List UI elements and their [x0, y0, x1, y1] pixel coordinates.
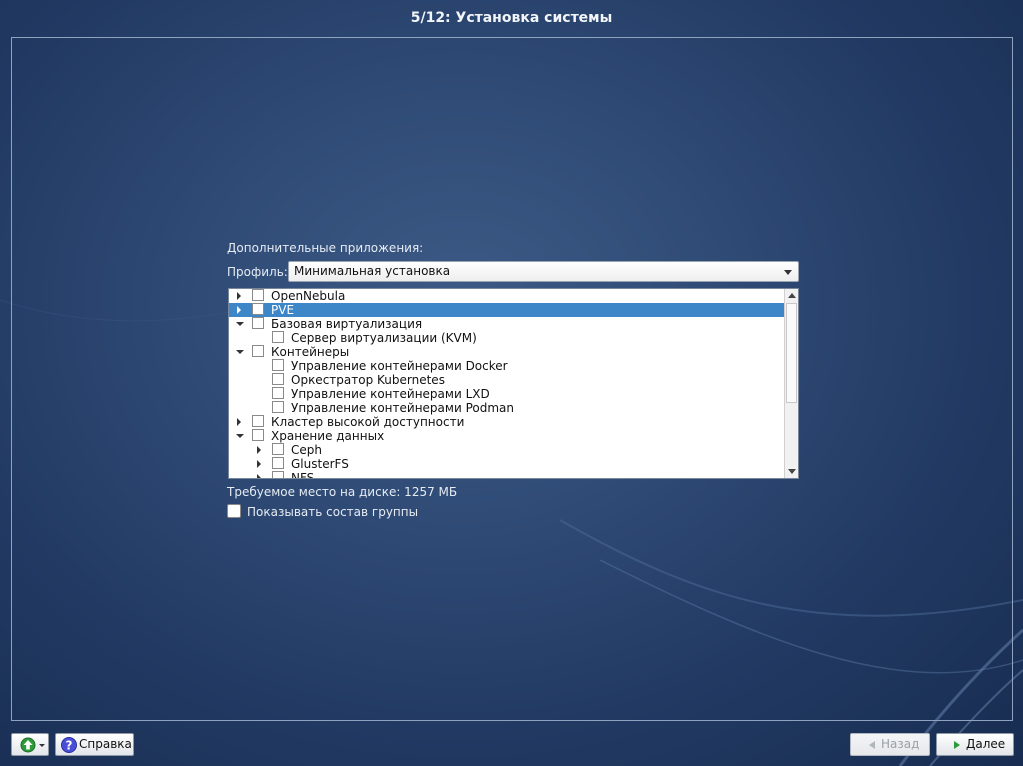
tree-row-checkbox[interactable]	[252, 429, 264, 441]
back-button-label: Назад	[881, 737, 920, 751]
tree-row-checkbox[interactable]	[252, 415, 264, 427]
tree-row-checkbox[interactable]	[272, 471, 284, 478]
profile-label: Профиль:	[227, 265, 288, 279]
profile-select-value: Минимальная установка	[294, 264, 451, 278]
expander-closed-icon[interactable]	[237, 418, 241, 426]
tree-row-checkbox[interactable]	[272, 457, 284, 469]
tree-row-checkbox[interactable]	[252, 289, 264, 301]
tree-row-label: Управление контейнерами LXD	[291, 387, 490, 401]
tree-row-checkbox[interactable]	[272, 387, 284, 399]
profile-select[interactable]: Минимальная установка	[288, 261, 799, 282]
tree-row-label: Управление контейнерами Podman	[291, 401, 514, 415]
next-button[interactable]: Далее	[936, 733, 1014, 756]
tree-row-label: GlusterFS	[291, 457, 349, 471]
page-title: 5/12: Установка системы	[410, 10, 613, 26]
expander-closed-icon[interactable]	[237, 306, 241, 314]
tree-row-label: OpenNebula	[271, 289, 346, 303]
expander-open-icon[interactable]	[236, 322, 244, 326]
tree-row[interactable]: Контейнеры	[229, 345, 784, 359]
tree-row-checkbox[interactable]	[252, 303, 264, 315]
tree-row[interactable]: Управление контейнерами LXD	[229, 387, 784, 401]
expander-open-icon[interactable]	[236, 434, 244, 438]
scroll-down-icon[interactable]	[788, 469, 796, 474]
arrow-left-icon	[869, 741, 875, 749]
tree-row-label: NFS	[291, 471, 315, 479]
tree-row[interactable]: NFS	[229, 471, 784, 479]
tree-row[interactable]: Кластер высокой доступности	[229, 415, 784, 429]
tree-row-label: Оркестратор Kubernetes	[291, 373, 445, 387]
expander-closed-icon[interactable]	[237, 292, 241, 300]
show-group-label: Показывать состав группы	[247, 505, 419, 519]
back-button[interactable]: Назад	[850, 733, 930, 756]
tree-row[interactable]: Сервер виртуализации (KVM)	[229, 331, 784, 345]
tree-row[interactable]: OpenNebula	[229, 289, 784, 303]
tree-row-checkbox[interactable]	[252, 345, 264, 357]
update-button[interactable]	[11, 733, 49, 756]
tree-row-label: Базовая виртуализация	[271, 317, 423, 331]
expander-open-icon[interactable]	[236, 350, 244, 354]
tree-row[interactable]: GlusterFS	[229, 457, 784, 471]
expander-closed-icon[interactable]	[257, 474, 261, 478]
expander-closed-icon[interactable]	[257, 446, 261, 454]
tree-row-checkbox[interactable]	[252, 317, 264, 329]
svg-text:?: ?	[66, 739, 73, 753]
show-group-checkbox[interactable]	[227, 504, 241, 518]
scroll-thumb[interactable]	[786, 303, 797, 403]
tree-row[interactable]: Оркестратор Kubernetes	[229, 373, 784, 387]
scroll-up-icon[interactable]	[788, 293, 796, 298]
disk-space-text: Требуемое место на диске: 1257 МБ	[227, 485, 458, 499]
apps-tree[interactable]: NFS GlusterFS Ceph Хранение данных Кластер в…	[228, 288, 799, 479]
tree-row-label: Хранение данных	[271, 429, 385, 443]
tree-row-checkbox[interactable]	[272, 331, 284, 343]
tree-row-label: Управление контейнерами Docker	[291, 359, 508, 373]
tree-row-checkbox[interactable]	[272, 373, 284, 385]
tree-row[interactable]: PVE	[229, 303, 784, 317]
next-button-label: Далее	[966, 737, 1006, 751]
arrow-up-circle-icon	[20, 737, 45, 753]
tree-row-checkbox[interactable]	[272, 443, 284, 455]
tree-row-checkbox[interactable]	[272, 401, 284, 413]
arrow-right-icon	[954, 741, 960, 749]
tree-row-label: Ceph	[291, 443, 322, 457]
tree-row[interactable]: Управление контейнерами Podman	[229, 401, 784, 415]
tree-row[interactable]: Ceph	[229, 443, 784, 457]
expander-closed-icon[interactable]	[257, 460, 261, 468]
tree-row-label: Кластер высокой доступности	[271, 415, 465, 429]
tree-row-checkbox[interactable]	[272, 359, 284, 371]
tree-row-label: PVE	[271, 303, 295, 317]
tree-scrollbar[interactable]	[784, 289, 798, 478]
tree-row[interactable]: Управление контейнерами Docker	[229, 359, 784, 373]
additional-apps-label: Дополнительные приложения:	[227, 241, 424, 255]
tree-row-label: Контейнеры	[271, 345, 350, 359]
tree-row[interactable]: Хранение данных	[229, 429, 784, 443]
help-button[interactable]: ? Справка	[55, 733, 134, 756]
help-icon: ?	[61, 737, 77, 753]
chevron-down-icon	[784, 270, 792, 275]
help-button-label: Справка	[79, 737, 132, 751]
tree-row-label: Сервер виртуализации (KVM)	[291, 331, 477, 345]
tree-row[interactable]: Базовая виртуализация	[229, 317, 784, 331]
